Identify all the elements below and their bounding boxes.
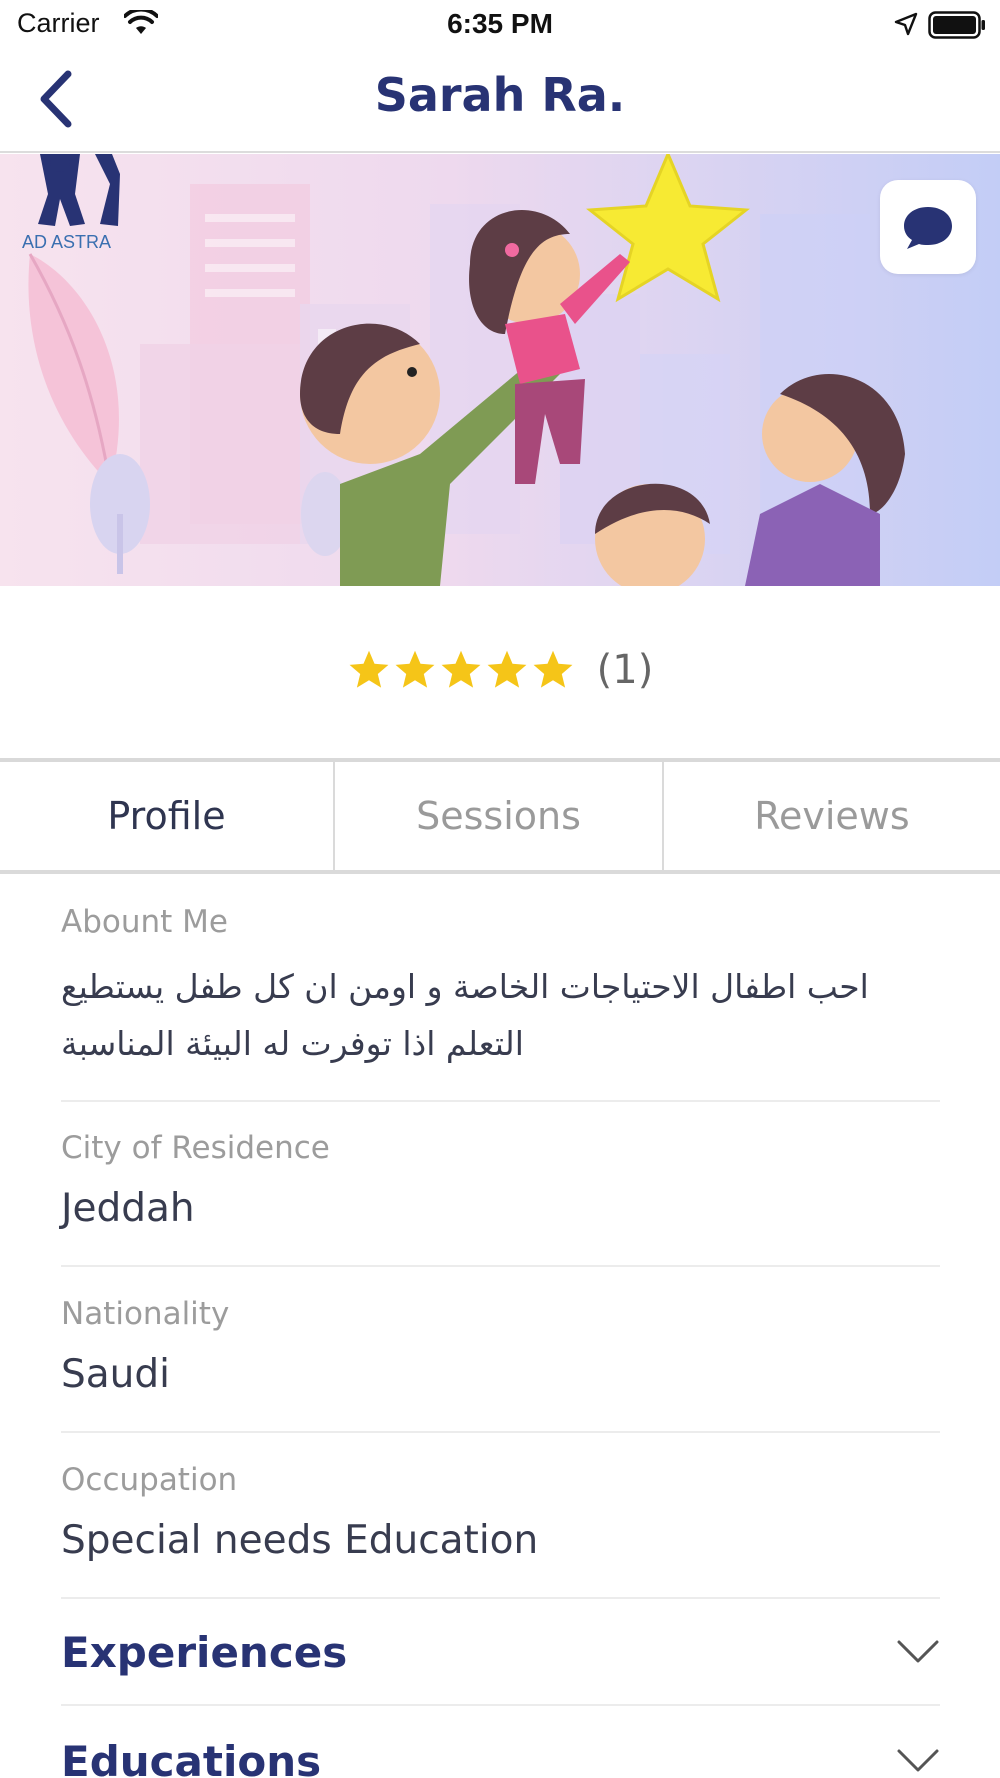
chat-bubble-icon — [904, 207, 952, 249]
battery-icon — [928, 11, 985, 39]
rating-count: (1) — [596, 647, 654, 693]
tab-profile[interactable]: Profile — [0, 762, 335, 870]
page-title: Sarah Ra. — [374, 68, 626, 122]
educations-title: Educations — [61, 1736, 322, 1778]
tab-reviews[interactable]: Reviews — [664, 762, 1000, 870]
location-arrow-icon — [894, 12, 918, 36]
nationality-value: Saudi — [61, 1352, 170, 1397]
nationality-field: Nationality Saudi — [61, 1296, 940, 1433]
about-me-field: Abount Me احب اطفال الاحتياجات الخاصة و … — [61, 904, 940, 1102]
about-me-label: Abount Me — [61, 904, 228, 940]
star-icon — [487, 650, 527, 688]
city-field: City of Residence Jeddah — [61, 1130, 940, 1267]
chat-button[interactable] — [880, 180, 976, 274]
tab-bar: Profile Sessions Reviews — [0, 762, 1000, 874]
city-value: Jeddah — [61, 1186, 195, 1231]
banner-illustration: AD ASTRA — [0, 154, 1000, 586]
star-icon — [533, 650, 573, 688]
nav-bar: Sarah Ra. — [0, 50, 1000, 153]
star-icon — [441, 650, 481, 688]
rating-row: (1) — [0, 640, 1000, 700]
experiences-title: Experiences — [61, 1627, 348, 1677]
city-label: City of Residence — [61, 1130, 330, 1166]
occupation-label: Occupation — [61, 1462, 238, 1498]
status-time: 6:35 PM — [447, 8, 553, 39]
star-icon — [395, 650, 435, 688]
occupation-value: Special needs Education — [61, 1518, 539, 1563]
tab-sessions[interactable]: Sessions — [335, 762, 664, 870]
status-bar: Carrier 6:35 PM — [0, 0, 1000, 50]
profile-banner: AD ASTRA — [0, 154, 1000, 586]
rating-stars — [347, 648, 575, 692]
about-me-value: احب اطفال الاحتياجات الخاصة و اومن ان كل… — [61, 967, 869, 1063]
star-icon — [349, 650, 389, 688]
chevron-down-icon — [897, 1640, 939, 1663]
svg-text:AD ASTRA: AD ASTRA — [22, 232, 111, 252]
chevron-down-icon — [897, 1749, 939, 1772]
educations-section[interactable]: Educations — [61, 1708, 940, 1778]
experiences-section[interactable]: Experiences — [61, 1600, 940, 1706]
occupation-field: Occupation Special needs Education — [61, 1462, 940, 1599]
nationality-label: Nationality — [61, 1296, 230, 1332]
